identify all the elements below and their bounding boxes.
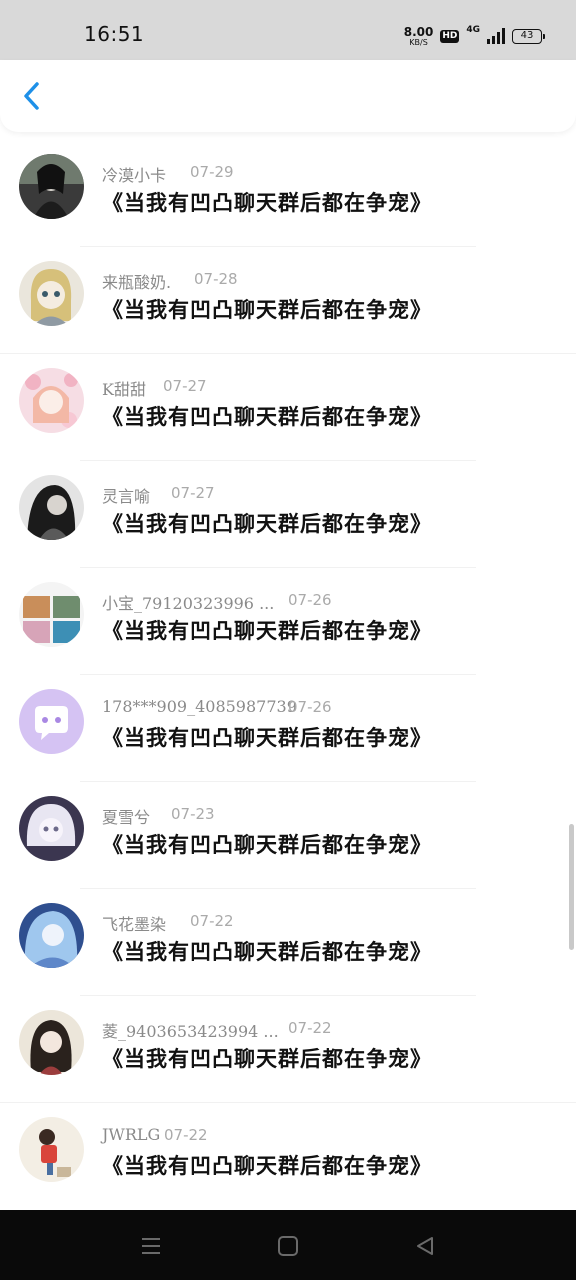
comment-item[interactable]: 灵言喻 07-27 《当我有凹凸聊天群后都在争宠》 (0, 461, 576, 568)
back-button[interactable] (14, 78, 50, 114)
comment-text: 《当我有凹凸聊天群后都在争宠》 (102, 1153, 432, 1178)
back-nav-button[interactable] (411, 1232, 439, 1260)
comment-date: 07-22 (164, 1126, 208, 1144)
comment-date: 07-22 (288, 1019, 332, 1037)
comment-text: 《当我有凹凸聊天群后都在争宠》 (102, 404, 432, 429)
back-triangle-icon (417, 1237, 433, 1255)
comment-date: 07-23 (171, 805, 215, 823)
comment-author: 夏雪兮 (102, 808, 151, 827)
comment-author: K甜甜 (102, 380, 146, 399)
system-nav-bar (0, 1210, 576, 1280)
comment-author: JWRLG (102, 1125, 161, 1144)
avatar[interactable] (19, 475, 84, 540)
comment-text: 《当我有凹凸聊天群后都在争宠》 (102, 939, 432, 964)
comment-author: 小宝_79120323996 ... (102, 594, 275, 613)
battery-icon: 43 (512, 28, 545, 44)
avatar[interactable] (19, 1117, 84, 1182)
comment-item[interactable]: 来瓶酸奶. 07-28 《当我有凹凸聊天群后都在争宠》 (0, 247, 576, 354)
comment-item[interactable]: 178***909_4085987739 07-26 《当我有凹凸聊天群后都在争… (0, 675, 576, 782)
comment-date: 07-27 (163, 377, 207, 395)
hd-badge: HD (440, 29, 460, 43)
home-square-icon (278, 1236, 298, 1256)
comment-author: 灵言喻 (102, 487, 151, 506)
network-speed-unit: KB/S (409, 37, 428, 47)
comment-author: 178***909_4085987739 (102, 697, 297, 716)
avatar[interactable] (19, 261, 84, 326)
menu-button[interactable] (137, 1232, 165, 1260)
avatar[interactable] (19, 368, 84, 433)
comment-item[interactable]: 冷漠小卡 07-29 《当我有凹凸聊天群后都在争宠》 (0, 140, 576, 247)
comment-text: 《当我有凹凸聊天群后都在争宠》 (102, 832, 432, 857)
avatar[interactable] (19, 689, 84, 754)
comment-item[interactable]: 飞花墨染 07-22 《当我有凹凸聊天群后都在争宠》 (0, 889, 576, 996)
comment-item[interactable]: 夏雪兮 07-23 《当我有凹凸聊天群后都在争宠》 (0, 782, 576, 889)
comment-text: 《当我有凹凸聊天群后都在争宠》 (102, 725, 432, 750)
comment-text: 《当我有凹凸聊天群后都在争宠》 (102, 618, 432, 643)
status-indicators: 8.00 KB/S HD 4G 43 (404, 24, 545, 48)
comment-date: 07-26 (288, 591, 332, 609)
chevron-left-icon (24, 82, 39, 110)
comment-item[interactable]: 小宝_79120323996 ... 07-26 《当我有凹凸聊天群后都在争宠》 (0, 568, 576, 675)
network-type: 4G (466, 25, 480, 35)
top-bar (0, 60, 576, 132)
comment-date: 07-29 (190, 163, 234, 181)
comment-date: 07-26 (288, 698, 332, 716)
scrollbar[interactable] (569, 824, 574, 950)
comment-date: 07-27 (171, 484, 215, 502)
comment-date: 07-22 (190, 912, 234, 930)
network-speed: 8.00 KB/S (404, 26, 434, 47)
comment-text: 《当我有凹凸聊天群后都在争宠》 (102, 297, 432, 322)
avatar[interactable] (19, 1010, 84, 1075)
home-button[interactable] (274, 1232, 302, 1260)
comment-author: 冷漠小卡 (102, 166, 167, 185)
signal-icon (487, 28, 505, 44)
status-bar: 16:51 8.00 KB/S HD 4G 43 (0, 0, 576, 60)
comment-author: 菱_9403653423994 ... (102, 1022, 279, 1041)
network-speed-value: 8.00 (403, 24, 434, 39)
comment-author: 飞花墨染 (102, 915, 167, 934)
comment-text: 《当我有凹凸聊天群后都在争宠》 (102, 511, 432, 536)
comment-text: 《当我有凹凸聊天群后都在争宠》 (102, 1046, 432, 1071)
menu-icon (142, 1238, 160, 1254)
status-time: 16:51 (84, 22, 145, 46)
comment-item[interactable]: 菱_9403653423994 ... 07-22 《当我有凹凸聊天群后都在争宠… (0, 996, 576, 1103)
battery-level: 43 (520, 30, 534, 41)
comment-item[interactable]: K甜甜 07-27 《当我有凹凸聊天群后都在争宠》 (0, 354, 576, 461)
avatar[interactable] (19, 154, 84, 219)
avatar[interactable] (19, 796, 84, 861)
comment-date: 07-28 (194, 270, 238, 288)
comment-text: 《当我有凹凸聊天群后都在争宠》 (102, 190, 432, 215)
avatar[interactable] (19, 582, 84, 647)
avatar[interactable] (19, 903, 84, 968)
comment-author: 来瓶酸奶. (102, 273, 172, 292)
comment-item[interactable]: JWRLG 07-22 《当我有凹凸聊天群后都在争宠》 (0, 1103, 576, 1210)
